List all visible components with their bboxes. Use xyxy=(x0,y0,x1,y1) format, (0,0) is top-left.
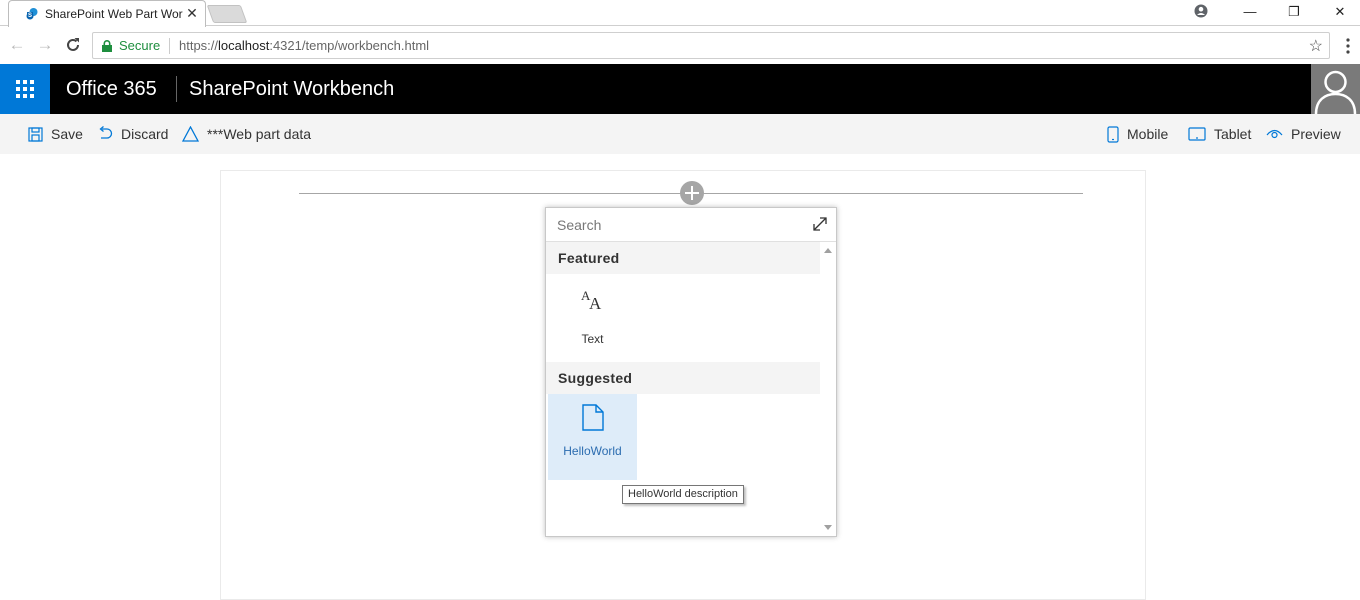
profile-icon[interactable] xyxy=(1194,4,1208,18)
save-icon xyxy=(28,126,43,142)
user-icon xyxy=(1314,70,1357,114)
plus-icon xyxy=(685,186,699,200)
secure-label: Secure xyxy=(119,38,161,53)
preview-label: Preview xyxy=(1291,126,1341,142)
tablet-button[interactable]: Tablet xyxy=(1188,114,1251,154)
add-web-part-button[interactable] xyxy=(680,181,704,205)
workbench-title: SharePoint Workbench xyxy=(189,78,395,100)
discard-label: Discard xyxy=(121,126,169,142)
search-input[interactable] xyxy=(557,216,797,234)
triangle-icon xyxy=(182,126,199,142)
back-arrow-icon[interactable]: ← xyxy=(8,36,26,54)
featured-header-label: Featured xyxy=(558,250,620,266)
minimize-button[interactable]: — xyxy=(1240,2,1260,22)
undo-icon xyxy=(99,126,113,139)
web-part-data-label: ***Web part data xyxy=(207,126,312,142)
save-label: Save xyxy=(51,126,83,142)
scroll-down-arrow-icon[interactable] xyxy=(824,525,832,530)
suggested-section-header: Suggested xyxy=(546,362,820,394)
omnibox-divider xyxy=(169,38,170,54)
save-button[interactable]: Save xyxy=(28,114,83,154)
svg-text:A: A xyxy=(589,294,602,312)
helloworld-tooltip: HelloWorld description xyxy=(622,485,744,504)
text-font-icon: A A xyxy=(581,288,602,312)
discard-button[interactable]: Discard xyxy=(97,114,168,154)
app-launcher-button[interactable] xyxy=(0,64,50,114)
sharepoint-favicon-icon: S xyxy=(26,8,38,20)
web-part-data-button[interactable]: ***Web part data xyxy=(182,114,311,154)
reload-icon[interactable] xyxy=(64,36,82,54)
document-icon xyxy=(582,404,604,431)
tablet-label: Tablet xyxy=(1214,126,1252,142)
toolbox-scrollbar[interactable] xyxy=(820,242,836,536)
avatar[interactable] xyxy=(1311,64,1360,114)
browser-tab[interactable]: S SharePoint Web Part Workbench ✕ xyxy=(8,0,206,27)
preview-button[interactable]: Preview xyxy=(1266,114,1341,154)
mobile-icon xyxy=(1107,125,1119,143)
scroll-up-arrow-icon[interactable] xyxy=(824,248,832,253)
close-window-button[interactable]: ✕ xyxy=(1330,2,1350,22)
office-365-brand[interactable]: Office 365 xyxy=(66,78,157,101)
suite-divider xyxy=(176,76,177,102)
eye-icon xyxy=(1266,129,1283,139)
tab-close-icon[interactable]: ✕ xyxy=(185,5,199,21)
command-bar: Save Discard ***Web part data Mobile Tab… xyxy=(0,114,1360,154)
forward-arrow-icon[interactable]: → xyxy=(36,36,54,54)
featured-section-header: Featured xyxy=(546,242,820,274)
browser-menu-icon[interactable] xyxy=(1344,36,1352,56)
tablet-icon xyxy=(1188,127,1206,141)
new-tab-button[interactable] xyxy=(206,5,248,23)
address-bar-row: ← → Secure https://localhost:4321/temp/w… xyxy=(0,27,1360,64)
mobile-label: Mobile xyxy=(1127,126,1169,142)
url-text[interactable]: https://localhost:4321/temp/workbench.ht… xyxy=(179,38,429,53)
bookmark-star-icon[interactable]: ☆ xyxy=(1309,36,1323,56)
lock-icon xyxy=(102,40,112,52)
text-tile-label: Text xyxy=(581,332,604,346)
omnibox[interactable]: Secure https://localhost:4321/temp/workb… xyxy=(92,32,1330,59)
expand-icon[interactable] xyxy=(811,215,829,233)
browser-tab-strip: S SharePoint Web Part Workbench ✕ — ❐ ✕ xyxy=(0,0,1360,27)
helloworld-web-part-tile[interactable]: HelloWorld xyxy=(548,394,637,480)
mobile-button[interactable]: Mobile xyxy=(1107,114,1168,154)
suite-bar: Office 365 SharePoint Workbench xyxy=(0,64,1360,114)
tab-title: SharePoint Web Part Workbench xyxy=(45,7,183,21)
toolbox-search xyxy=(546,208,836,242)
svg-text:S: S xyxy=(28,13,32,19)
helloworld-tile-label: HelloWorld xyxy=(563,444,622,458)
restore-button[interactable]: ❐ xyxy=(1284,2,1304,22)
suggested-header-label: Suggested xyxy=(558,370,633,386)
text-web-part-tile[interactable]: A A Text xyxy=(548,274,637,360)
waffle-icon xyxy=(16,80,34,98)
